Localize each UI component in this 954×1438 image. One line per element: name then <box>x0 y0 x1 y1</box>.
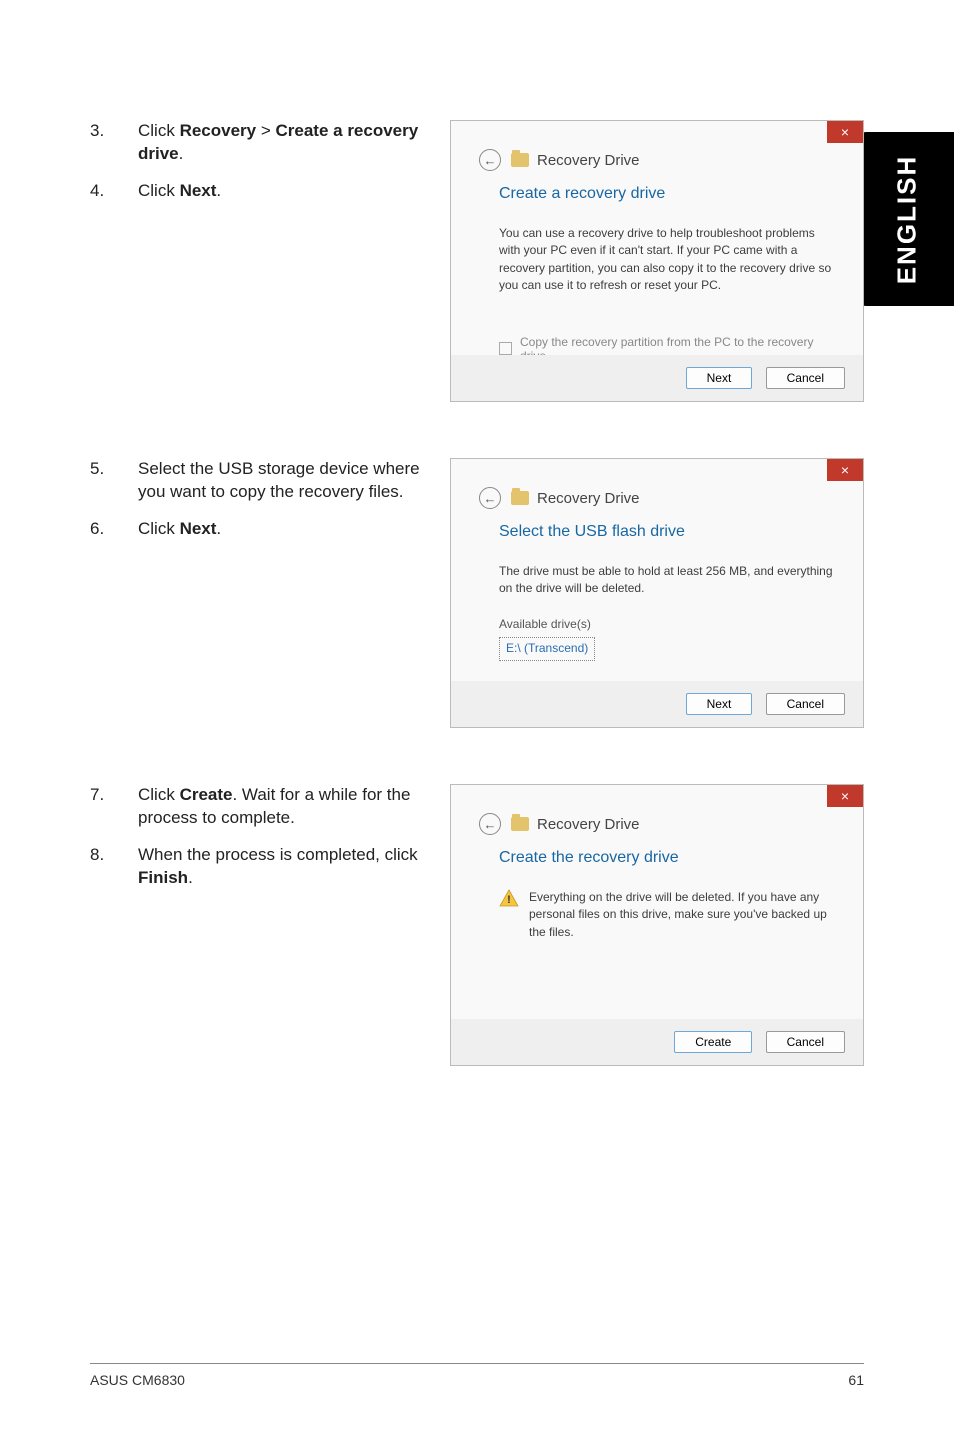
available-drives: Available drive(s) E:\ (Transcend) <box>499 616 835 661</box>
close-button[interactable]: × <box>827 121 863 143</box>
dialog-body: The drive must be able to hold at least … <box>499 563 835 661</box>
step-number: 8. <box>90 844 138 890</box>
warning-text: Everything on the drive will be deleted.… <box>529 889 835 941</box>
dialog-heading: Select the USB flash drive <box>499 523 835 541</box>
block-2: 5. Select the USB storage device where y… <box>90 458 864 728</box>
back-arrow-icon: ← <box>484 153 497 168</box>
next-button[interactable]: Next <box>686 693 753 715</box>
page: ENGLISH 3. Click Recovery > Create a rec… <box>0 0 954 1438</box>
close-button[interactable]: × <box>827 459 863 481</box>
language-tab: ENGLISH <box>860 132 954 306</box>
step-3: 3. Click Recovery > Create a recovery dr… <box>90 120 420 166</box>
step-4: 4. Click Next. <box>90 180 420 203</box>
footer-page-number: 61 <box>848 1372 864 1388</box>
close-icon: × <box>841 462 849 478</box>
screenshot-create-confirm: × ← Recovery Drive Create the recovery d… <box>450 784 864 1066</box>
step-text: Click Recovery > Create a recovery drive… <box>138 120 420 166</box>
footer-model: ASUS CM6830 <box>90 1372 185 1388</box>
dialog-footer: Next Cancel <box>451 355 863 401</box>
step-7: 7. Click Create. Wait for a while for th… <box>90 784 420 830</box>
back-arrow-icon: ← <box>484 491 497 506</box>
dialog-footer: Next Cancel <box>451 681 863 727</box>
step-number: 7. <box>90 784 138 830</box>
screenshot-col-2: × ← Recovery Drive Select the USB flash … <box>450 458 864 728</box>
dialog-body-text: The drive must be able to hold at least … <box>499 563 835 598</box>
checkbox-icon <box>499 342 512 355</box>
folder-icon <box>511 153 529 167</box>
step-text: Click Next. <box>138 518 420 541</box>
available-drives-label: Available drive(s) <box>499 616 835 633</box>
instructions-col-3: 7. Click Create. Wait for a while for th… <box>90 784 450 904</box>
step-text: Click Create. Wait for a while for the p… <box>138 784 420 830</box>
screenshot-select-usb: × ← Recovery Drive Select the USB flash … <box>450 458 864 728</box>
block-1: 3. Click Recovery > Create a recovery dr… <box>90 120 864 402</box>
window-title: Recovery Drive <box>537 816 640 833</box>
step-5: 5. Select the USB storage device where y… <box>90 458 420 504</box>
dialog-heading: Create the recovery drive <box>499 849 835 867</box>
warning-row: ! Everything on the drive will be delete… <box>499 889 835 941</box>
back-button[interactable]: ← <box>479 813 501 835</box>
back-button[interactable]: ← <box>479 487 501 509</box>
step-text: Select the USB storage device where you … <box>138 458 420 504</box>
dialog-body: ! Everything on the drive will be delete… <box>499 889 835 941</box>
breadcrumb: ← Recovery Drive <box>479 487 835 509</box>
instructions-col-1: 3. Click Recovery > Create a recovery dr… <box>90 120 450 217</box>
close-button[interactable]: × <box>827 785 863 807</box>
dialog-heading: Create a recovery drive <box>499 185 835 203</box>
close-icon: × <box>841 788 849 804</box>
cancel-button[interactable]: Cancel <box>766 693 845 715</box>
breadcrumb: ← Recovery Drive <box>479 149 835 171</box>
page-footer: ASUS CM6830 61 <box>90 1363 864 1388</box>
cancel-button[interactable]: Cancel <box>766 367 845 389</box>
screenshot-col-3: × ← Recovery Drive Create the recovery d… <box>450 784 864 1066</box>
step-number: 4. <box>90 180 138 203</box>
language-tab-label: ENGLISH <box>892 154 923 284</box>
folder-icon <box>511 817 529 831</box>
step-number: 5. <box>90 458 138 504</box>
step-text: When the process is completed, click Fin… <box>138 844 420 890</box>
close-icon: × <box>841 124 849 140</box>
step-text: Click Next. <box>138 180 420 203</box>
step-number: 3. <box>90 120 138 166</box>
instructions-col-2: 5. Select the USB storage device where y… <box>90 458 450 555</box>
next-button[interactable]: Next <box>686 367 753 389</box>
step-number: 6. <box>90 518 138 541</box>
warning-icon: ! <box>499 889 519 907</box>
breadcrumb: ← Recovery Drive <box>479 813 835 835</box>
block-3: 7. Click Create. Wait for a while for th… <box>90 784 864 1066</box>
back-arrow-icon: ← <box>484 817 497 832</box>
drive-item[interactable]: E:\ (Transcend) <box>499 637 595 660</box>
screenshot-create-recovery: × ← Recovery Drive Create a recovery dri… <box>450 120 864 402</box>
step-6: 6. Click Next. <box>90 518 420 541</box>
create-button[interactable]: Create <box>674 1031 752 1053</box>
cancel-button[interactable]: Cancel <box>766 1031 845 1053</box>
dialog-body: You can use a recovery drive to help tro… <box>499 225 835 295</box>
back-button[interactable]: ← <box>479 149 501 171</box>
folder-icon <box>511 491 529 505</box>
window-title: Recovery Drive <box>537 152 640 169</box>
step-8: 8. When the process is completed, click … <box>90 844 420 890</box>
svg-text:!: ! <box>507 894 511 906</box>
dialog-footer: Create Cancel <box>451 1019 863 1065</box>
window-title: Recovery Drive <box>537 490 640 507</box>
screenshot-col-1: × ← Recovery Drive Create a recovery dri… <box>450 120 864 402</box>
